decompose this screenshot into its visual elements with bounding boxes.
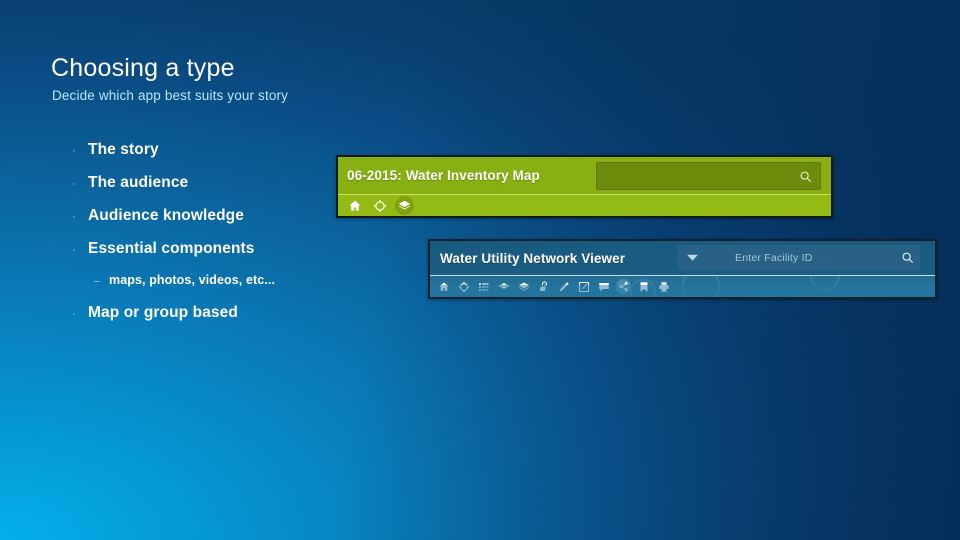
blue-app-map-strip <box>430 285 935 297</box>
sub-list-item-label: maps, photos, videos, etc... <box>109 273 276 287</box>
list-item-label: Essential components <box>88 240 255 257</box>
locate-icon[interactable] <box>370 196 389 215</box>
blue-app-search-input[interactable]: Enter Facility ID <box>677 245 920 270</box>
green-app-header: 06-2015: Water Inventory Map <box>338 157 831 195</box>
bullet-marker-icon: · <box>72 211 76 223</box>
green-app-title: 06-2015: Water Inventory Map <box>347 168 540 183</box>
sub-bullet-marker-icon: – <box>94 276 100 287</box>
list-item: · Essential components <box>70 240 400 273</box>
sub-list-item: – maps, photos, videos, etc... <box>70 273 400 304</box>
blue-app-header: Water Utility Network Viewer Enter Facil… <box>430 241 935 276</box>
search-icon[interactable] <box>894 251 920 264</box>
list-item-label: The audience <box>88 174 189 191</box>
bullet-marker-icon: · <box>72 145 76 157</box>
layers-icon[interactable] <box>395 196 414 215</box>
list-item-label: The story <box>88 141 159 158</box>
page-title: Choosing a type <box>51 54 235 82</box>
home-icon[interactable] <box>345 196 364 215</box>
green-app-toolbar <box>338 195 831 216</box>
chevron-down-icon[interactable] <box>677 253 707 262</box>
green-app-search-input[interactable] <box>596 162 821 190</box>
blue-app-title: Water Utility Network Viewer <box>440 250 626 266</box>
bullet-marker-icon: · <box>72 244 76 256</box>
bullet-marker-icon: · <box>72 308 76 320</box>
blue-app-search-placeholder: Enter Facility ID <box>735 251 813 264</box>
list-item-label: Audience knowledge <box>88 207 244 224</box>
slide-canvas: Choosing a type Decide which app best su… <box>0 0 960 540</box>
search-icon[interactable] <box>799 170 812 183</box>
bullet-marker-icon: · <box>72 178 76 190</box>
green-app-screenshot: 06-2015: Water Inventory Map <box>336 155 833 218</box>
list-item-label: Map or group based <box>88 304 238 321</box>
list-item: · Map or group based <box>70 304 400 337</box>
blue-app-screenshot: Water Utility Network Viewer Enter Facil… <box>428 239 937 299</box>
page-subtitle: Decide which app best suits your story <box>52 88 289 103</box>
